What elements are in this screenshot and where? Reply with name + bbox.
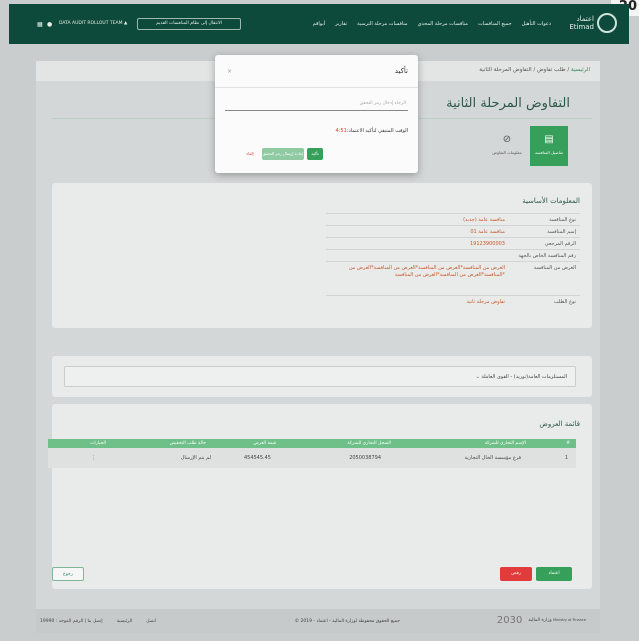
offers-card: قائمة العروض [52,404,592,589]
info-row: رقم المنافسة الخاص بالجهة [326,249,580,261]
modal-divider [215,87,418,88]
user-menu[interactable]: DATA AUDIT ROLLOUT TEAM ▲ [59,21,127,26]
resend-code-button[interactable]: إعادة إرسال رمز التحقق [262,148,304,160]
nav-item-3[interactable]: منافسات مرحلة الترسية [357,21,407,27]
nav-item-5[interactable]: أبواقم [313,21,325,27]
table-row: 1 فرع مؤسسة الخال التجارية 2050038794 45… [48,448,576,468]
approve-button[interactable]: اعتماد [536,567,572,581]
info-row: نوع المنافسة منافسة عامة (جديد) [326,213,580,225]
logo-text-ar: اعتماد [576,15,594,23]
info-row: نوع الطلب تفاوض مرحلة ثانية [326,295,580,307]
info-row: إسم المنافسة منافسة عامة 01 [326,225,580,237]
basic-info-title: المعلومات الأساسية [522,197,580,205]
user-icon: ▲ [123,21,128,26]
nav-item-1[interactable]: جميع المنافسات [478,21,512,27]
confirm-modal: تأكيد × الرجاء إدخال رمز التحقق الوقت ال… [215,55,418,173]
mof-logo: وزارة المالية Ministry of Finance [528,618,586,623]
bell-icon[interactable]: ● [47,21,52,28]
timer-value: 4:51 [335,128,347,134]
basic-info-card: المعلومات الأساسية نوع المنافسة منافسة عا… [52,183,592,328]
close-icon[interactable]: × [227,68,232,75]
vision-2030-logo: 2030 [496,615,523,626]
footer-link[interactable]: اتصل [146,619,156,624]
top-header: اعتماد Etimad أبواقم تقارير منافسات مرحلة… [9,4,629,44]
modal-title: تأكيد [394,67,408,75]
footer-link[interactable]: إتصل بنا | الرقم الموحد : 19990 [40,619,103,624]
footer-link[interactable]: الرئيسية [117,619,133,624]
breadcrumb-mid[interactable]: طلب تفاوض [537,67,566,73]
reject-button[interactable]: رفض [500,567,532,581]
tab-details[interactable]: ▤ تفاصيل المنافسة [530,126,568,166]
back-button[interactable]: رجوع [52,567,84,581]
logo-text-en: Etimad [569,23,594,31]
nav-item-0[interactable]: دعوات التأهيل [522,21,551,27]
page-title: التفاوض المرحلة الثانية [446,96,570,111]
etimad-logo[interactable]: اعتماد Etimad [569,13,617,33]
info-row: الرقم المرجعي 19123900003 [326,237,580,249]
cancel-button[interactable]: إلغاء [242,148,258,160]
old-system-button[interactable]: الانتقال إلى نظام المنافسات القديم [137,18,241,30]
offers-table-header: # الإسم التجاري للشركة السجل التجاري للش… [48,439,576,448]
category-dropdown[interactable]: ⌄ المستلزمات العامة(توريد) - القوى العام… [64,366,576,387]
confirm-button[interactable]: تأكيد [307,148,323,160]
user-name: DATA AUDIT ROLLOUT TEAM [59,21,123,26]
paperclip-icon: ⊘ [502,134,512,145]
row-actions-icon[interactable]: ⋮ [91,455,96,461]
logo-icon [597,13,617,33]
verification-code-input[interactable]: الرجاء إدخال رمز التحقق [225,97,408,111]
nav-item-4[interactable]: تقارير [335,21,347,27]
breadcrumb-home[interactable]: الرئيسية [571,67,590,73]
breadcrumb-current: التفاوض المرحلة الثانية [479,67,532,73]
timer-text: الوقت المتبقي لتأكيد الاعتماد:4:51 [335,128,408,134]
main-nav: أبواقم تقارير منافسات مرحلة الترسية مناف… [313,21,551,27]
document-icon: ▤ [544,134,554,145]
nav-item-2[interactable]: منافسات مرحلة المحدي [418,21,468,27]
copyright-text: © جميع الحقوق محفوظة لوزارة المالية - اع… [294,619,400,624]
tab-negotiation-info[interactable]: ⊘ معلومات التفاوض [488,126,526,166]
footer: 2030 وزارة المالية Ministry of Finance ©… [36,609,600,633]
offers-title: قائمة العروض [539,420,580,428]
grid-menu-icon[interactable]: ▦ [37,21,43,28]
info-row: الغرض من المنافسة الغرض من المنافسة*الغرض… [326,261,580,293]
